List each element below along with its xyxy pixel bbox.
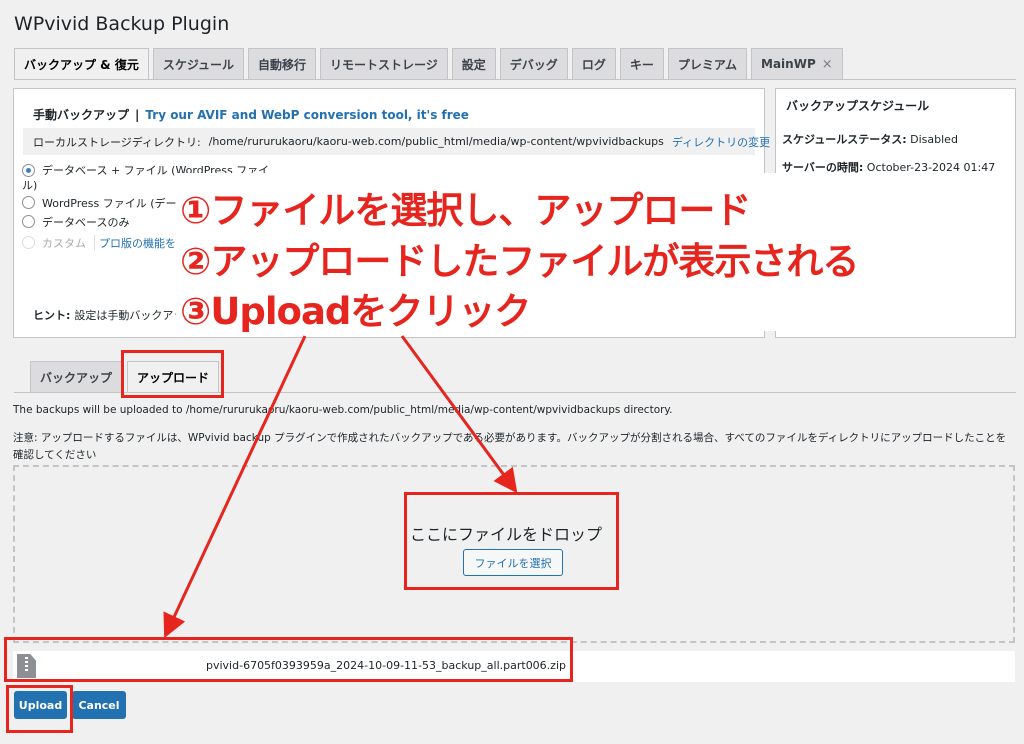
tab-log[interactable]: ログ xyxy=(571,48,616,79)
tab-debug[interactable]: デバッグ xyxy=(499,48,568,79)
tab-remote-storage[interactable]: リモートストレージ xyxy=(320,48,448,79)
annotation-step3: ③Uploadをクリック xyxy=(180,290,531,333)
option-label: カスタム xyxy=(42,237,86,250)
hint-label: ヒント: xyxy=(33,309,71,322)
hint: ヒント: 設定は手動バックアッ xyxy=(33,307,184,323)
upload-notice: 注意: アップロードするファイルは、WPvivid backup プラグインで作… xyxy=(13,432,1007,461)
option-label: WordPress ファイル (デー xyxy=(42,197,177,210)
main-tabs: バックアップ & 復元 スケジュール 自動移行 リモートストレージ 設定 デバッ… xyxy=(14,48,847,80)
schedule-title: バックアップスケジュール xyxy=(786,99,930,113)
avif-webp-promo-link[interactable]: Try our AVIF and WebP conversion tool, i… xyxy=(145,108,469,122)
tab-label: バックアップ & 復元 xyxy=(24,58,139,72)
header-separator: | xyxy=(135,108,140,122)
storage-label: ローカルストレージディレクトリ: xyxy=(33,135,201,149)
tab-divider xyxy=(14,79,1016,80)
sub-tab-backup[interactable]: バックアップ xyxy=(30,361,123,392)
pro-feature-link[interactable]: プロ版の機能を xyxy=(94,235,176,251)
annotation-step2: ②アップロードしたファイルが表示される xyxy=(180,240,859,283)
radio[interactable] xyxy=(22,215,35,228)
radio-disabled xyxy=(22,236,35,249)
change-directory-link[interactable]: ディレクトリの変更 xyxy=(672,134,770,150)
highlight-upload-tab xyxy=(121,350,224,398)
tab-label: リモートストレージ xyxy=(330,57,438,72)
tab-label: ログ xyxy=(581,57,606,72)
storage-path: /home/rururukaoru/kaoru-web.com/public_h… xyxy=(208,135,664,148)
tab-mainwp[interactable]: MainWP × xyxy=(751,48,843,79)
tab-key[interactable]: キー xyxy=(619,48,664,79)
tab-label: スケジュール xyxy=(162,57,234,72)
tab-schedule[interactable]: スケジュール xyxy=(152,48,244,79)
tab-label: 設定 xyxy=(461,57,486,72)
radio-checked[interactable] xyxy=(22,164,35,177)
option-db-only[interactable]: データベースのみ xyxy=(22,214,129,230)
hint-text: 設定は手動バックアッ xyxy=(74,309,185,322)
tab-label: 自動移行 xyxy=(258,57,307,72)
highlight-file-row xyxy=(4,637,573,682)
annotation-step1: ①ファイルを選択し、アップロード xyxy=(180,189,751,232)
highlight-upload-button xyxy=(6,685,73,733)
schedule-status: スケジュールステータス: Disabled xyxy=(782,131,958,147)
tab-backup-restore[interactable]: バックアップ & 復元 xyxy=(14,48,149,80)
status-label: スケジュールステータス: xyxy=(782,133,907,146)
tab-settings[interactable]: 設定 xyxy=(451,48,496,79)
status-value: Disabled xyxy=(910,133,958,146)
cancel-button[interactable]: Cancel xyxy=(72,691,126,719)
highlight-dropzone xyxy=(404,492,619,590)
tab-auto-migration[interactable]: 自動移行 xyxy=(248,48,317,79)
tab-label: デバッグ xyxy=(509,57,558,72)
local-storage-bar: ローカルストレージディレクトリ: /home/rururukaoru/kaoru… xyxy=(23,128,770,155)
close-icon[interactable]: × xyxy=(822,57,833,72)
option-line: ル) xyxy=(22,179,38,192)
manual-backup-header: 手動バックアップ | Try our AVIF and WebP conversio… xyxy=(33,106,469,123)
option-label: データベースのみ xyxy=(42,216,130,229)
tab-label: キー xyxy=(629,57,654,72)
option-custom: カスタム プロ版の機能を xyxy=(22,235,176,251)
manual-backup-title: 手動バックアップ xyxy=(33,108,130,122)
tab-label: プレミアム xyxy=(677,57,738,72)
tab-label: MainWP xyxy=(761,57,816,71)
page-title: WPvivid Backup Plugin xyxy=(14,13,230,35)
option-wp-files[interactable]: WordPress ファイル (デー xyxy=(22,195,177,211)
upload-path-text: The backups will be uploaded to /home/ru… xyxy=(13,404,673,416)
radio[interactable] xyxy=(22,196,35,209)
tab-label: バックアップ xyxy=(40,370,113,385)
tab-premium[interactable]: プレミアム xyxy=(667,48,748,79)
